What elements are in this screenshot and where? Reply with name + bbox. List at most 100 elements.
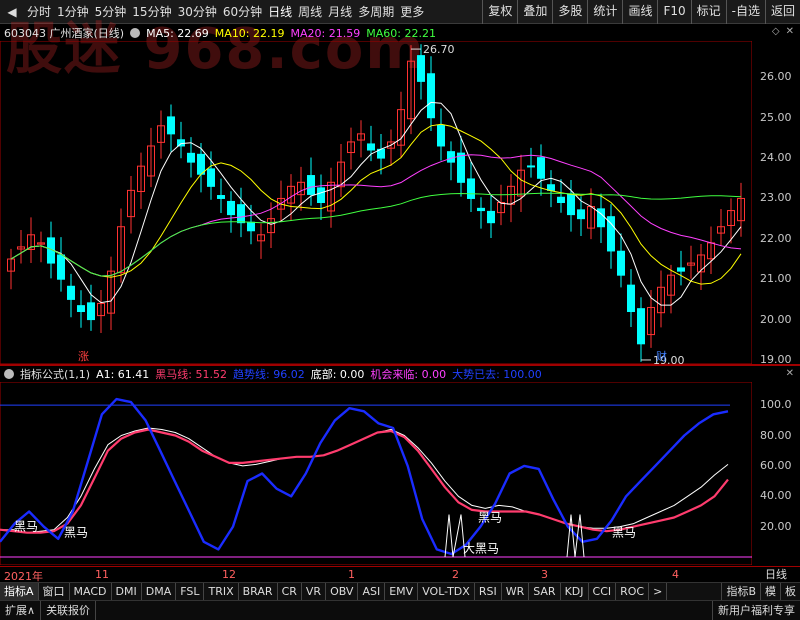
toolbar-button[interactable]: 标记 <box>690 0 726 24</box>
indicator-tab[interactable]: EMV <box>385 583 419 600</box>
toolbar-button[interactable]: 画线 <box>622 0 657 24</box>
indicator-tab[interactable]: > <box>649 583 668 600</box>
close-icon[interactable]: ✕ <box>786 26 794 37</box>
toolbar-button[interactable]: F10 <box>657 0 690 24</box>
indicator-tab[interactable]: WR <box>502 583 530 600</box>
price-tick-label: 20.00 <box>760 312 792 326</box>
bottom-label: 底部: 0.00 <box>310 368 365 381</box>
new-user-promo[interactable]: 新用户福利专享 <box>712 601 800 620</box>
indicator-tab[interactable]: VOL-TDX <box>418 583 475 600</box>
toolbar-button[interactable]: -自选 <box>725 0 765 24</box>
diamond-icon[interactable]: ◇ <box>772 26 780 37</box>
time-tick-label: 2 <box>452 568 459 581</box>
candle-body <box>627 284 635 313</box>
toolbar-button[interactable]: 复权 <box>482 0 517 24</box>
toolbar-button[interactable]: 叠加 <box>517 0 552 24</box>
candle-body <box>527 165 535 168</box>
indicator-chart[interactable]: 黑马 黑马黑马黑马大黑马 <box>0 382 752 565</box>
indicator-tab[interactable]: OBV <box>326 583 359 600</box>
toolbar-button[interactable]: 返回 <box>764 0 800 24</box>
period-tab[interactable]: 分时 <box>24 0 54 24</box>
period-tab[interactable]: 多周期 <box>355 0 397 24</box>
high-price-label: 26.70 <box>423 43 455 56</box>
candle-body <box>427 73 435 119</box>
zhang-marker: 涨 <box>78 350 89 363</box>
candle-body <box>197 153 205 175</box>
candle-body <box>607 216 615 252</box>
indicator-tab[interactable]: MACD <box>70 583 112 600</box>
right-tabs: 指标B 模板 <box>721 583 800 600</box>
right-tab[interactable]: 模 <box>760 583 780 600</box>
a1-line <box>0 427 729 534</box>
main-corner-icons: ◇ ✕ <box>772 26 794 37</box>
time-axis: 2021年 11 12 1 2 3 4 <box>0 566 752 583</box>
indicator-tab[interactable]: KDJ <box>561 583 589 600</box>
indicator-tab[interactable]: DMI <box>112 583 142 600</box>
period-tab[interactable]: 1分钟 <box>54 0 92 24</box>
toolbar-button[interactable]: 多股 <box>552 0 587 24</box>
candle-body <box>547 184 555 191</box>
price-axis: 26.00 25.00 24.00 23.00 22.00 21.00 20.00 19.00 <box>752 41 800 366</box>
menu-toggle-icon[interactable]: ◀ <box>0 0 24 24</box>
indicator-tick-label: 80.00 <box>760 428 792 442</box>
indicator-tab[interactable]: CCI <box>589 583 617 600</box>
candle-body <box>177 139 185 147</box>
time-tick-label: 1 <box>348 568 355 581</box>
candle-body <box>167 116 175 135</box>
toolbar-button[interactable]: 统计 <box>587 0 622 24</box>
period-tab[interactable]: 日线 <box>265 0 295 24</box>
indicator-close-icon[interactable]: ✕ <box>786 368 794 379</box>
period-tab[interactable]: 15分钟 <box>129 0 174 24</box>
indicator-tab[interactable]: CR <box>278 583 302 600</box>
indicator-tab[interactable]: DMA <box>142 583 177 600</box>
indicator-tab[interactable]: ROC <box>616 583 650 600</box>
candle-body <box>237 204 245 224</box>
candle-body <box>537 157 545 179</box>
right-tab[interactable]: 板 <box>780 583 800 600</box>
period-tab[interactable]: 周线 <box>295 0 325 24</box>
price-chart[interactable]: 26.7019.00涨财 <box>0 41 752 364</box>
indicator-tab[interactable]: RSI <box>475 583 502 600</box>
indicator-tab[interactable]: 窗口 <box>39 583 70 600</box>
candle-body <box>67 285 75 300</box>
indicator-tab[interactable]: ASI <box>358 583 386 600</box>
candle-body <box>87 302 95 321</box>
time-tick-label: 3 <box>541 568 548 581</box>
time-tick-label: 12 <box>222 568 236 581</box>
ma5-label: MA5: 22.69 <box>146 26 209 40</box>
candle-body <box>637 308 645 345</box>
indicator-tab[interactable]: 指标A <box>0 583 39 600</box>
right-tab[interactable]: 指标B <box>721 583 760 600</box>
period-tab[interactable]: 更多 <box>397 0 427 24</box>
indicator-tab[interactable]: FSL <box>176 583 205 600</box>
ma60-label: MA60: 22.21 <box>366 26 436 40</box>
ma10-label: MA10: 22.19 <box>214 26 285 40</box>
trend-gone-label: 大势已去: 100.00 <box>452 368 542 381</box>
indicator-tab[interactable]: SAR <box>529 583 561 600</box>
period-label[interactable]: 日线 <box>752 566 800 582</box>
indicator-tab[interactable]: TRIX <box>204 583 239 600</box>
period-tab[interactable]: 60分钟 <box>220 0 265 24</box>
candle-body <box>447 151 455 163</box>
candle-body <box>467 178 475 199</box>
trend-line-label: 趋势线: 96.02 <box>233 368 305 381</box>
stock-title: 603043 广州酒家(日线) <box>4 27 125 40</box>
period-tab[interactable]: 月线 <box>325 0 355 24</box>
period-tab[interactable]: 30分钟 <box>175 0 220 24</box>
toolbar-buttons: 复权 叠加 多股 统计 画线 F10 标记 -自选 返回 <box>482 0 800 24</box>
indicator-tab[interactable]: BRAR <box>239 583 278 600</box>
indicator-tab[interactable]: VR <box>302 583 327 600</box>
period-tab[interactable]: 5分钟 <box>92 0 130 24</box>
price-tick-label: 25.00 <box>760 110 792 124</box>
indicator-axis: 100.0 80.00 60.00 40.00 20.00 <box>752 382 800 565</box>
status-item[interactable]: 关联报价 <box>41 601 97 620</box>
status-item[interactable]: 扩展∧ <box>0 601 42 620</box>
candle-body <box>617 250 625 276</box>
status-bar: 扩展∧ 关联报价 新用户福利专享 <box>0 600 800 620</box>
settings-icon[interactable] <box>130 28 141 38</box>
ma20-label: MA20: 21.59 <box>290 26 361 40</box>
indicator-corner-icons: ✕ <box>786 368 794 379</box>
heima-label: 黑马 <box>612 526 636 540</box>
indicator-settings-icon[interactable] <box>4 369 14 379</box>
candle-body <box>317 187 325 203</box>
